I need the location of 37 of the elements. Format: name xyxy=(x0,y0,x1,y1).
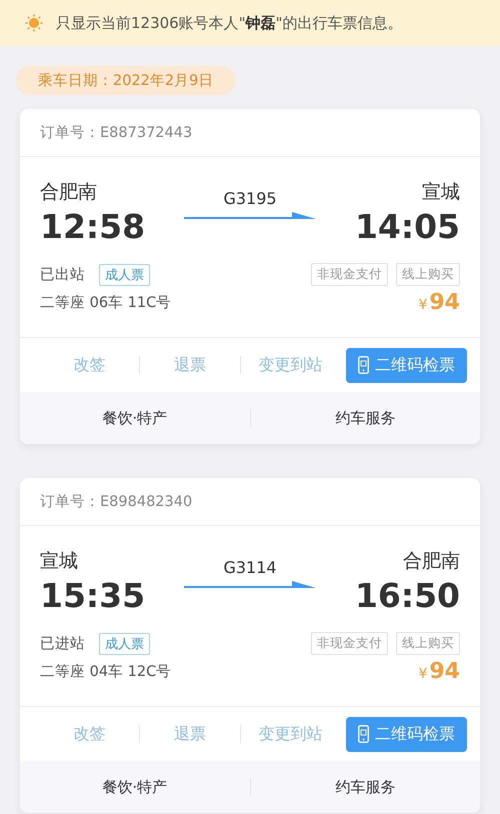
info-tag: 线上购买 xyxy=(396,632,460,655)
phone-icon xyxy=(358,356,369,374)
arrival-time: 14:05 xyxy=(354,206,460,248)
departure-time: 12:58 xyxy=(40,206,146,248)
train-number: G3195 xyxy=(223,189,277,208)
service-link[interactable]: 约车服务 xyxy=(250,772,480,802)
phone-icon xyxy=(358,725,369,743)
qr-check-button[interactable]: 二维码检票 xyxy=(346,716,467,752)
ticket-status: 已出站 xyxy=(40,266,85,284)
service-link[interactable]: 约车服务 xyxy=(250,402,480,434)
ticket-type-tag: 成人票 xyxy=(99,632,150,654)
sun-icon xyxy=(24,13,44,33)
info-tag: 线上购买 xyxy=(396,263,460,286)
service-link[interactable]: 餐饮·特产 xyxy=(20,402,250,434)
order-number: 订单号：E887372443 xyxy=(40,124,192,142)
ticket-price: ¥94 xyxy=(418,659,460,684)
seat-info: 二等座 06车 11C号 xyxy=(40,294,172,312)
arrow-icon xyxy=(184,579,316,591)
departure-station: 合肥南 xyxy=(40,180,97,205)
ticket-type-tag: 成人票 xyxy=(99,264,150,286)
departure-time: 15:35 xyxy=(40,575,146,617)
info-tag: 非现金支付 xyxy=(311,263,388,286)
arrival-time: 16:50 xyxy=(354,575,460,617)
seat-info: 二等座 04车 12C号 xyxy=(40,662,172,681)
arrow-icon xyxy=(184,210,316,222)
notice-text: 只显示当前12306账号本人"钟磊"的出行车票信息。 xyxy=(56,14,403,32)
info-tag: 非现金支付 xyxy=(311,632,388,655)
train-number: G3114 xyxy=(223,558,277,577)
ticket-status: 已进站 xyxy=(40,635,85,653)
order-number: 订单号：E898482340 xyxy=(40,493,192,511)
travel-date: 乘车日期：2022年2月9日 xyxy=(16,66,236,95)
arrival-station: 宣城 xyxy=(422,180,460,205)
arrival-station: 合肥南 xyxy=(403,549,460,574)
service-link[interactable]: 餐饮·特产 xyxy=(20,772,250,802)
qr-check-button[interactable]: 二维码检票 xyxy=(346,348,467,382)
departure-station: 宣城 xyxy=(40,549,78,574)
ticket-price: ¥94 xyxy=(418,290,460,315)
